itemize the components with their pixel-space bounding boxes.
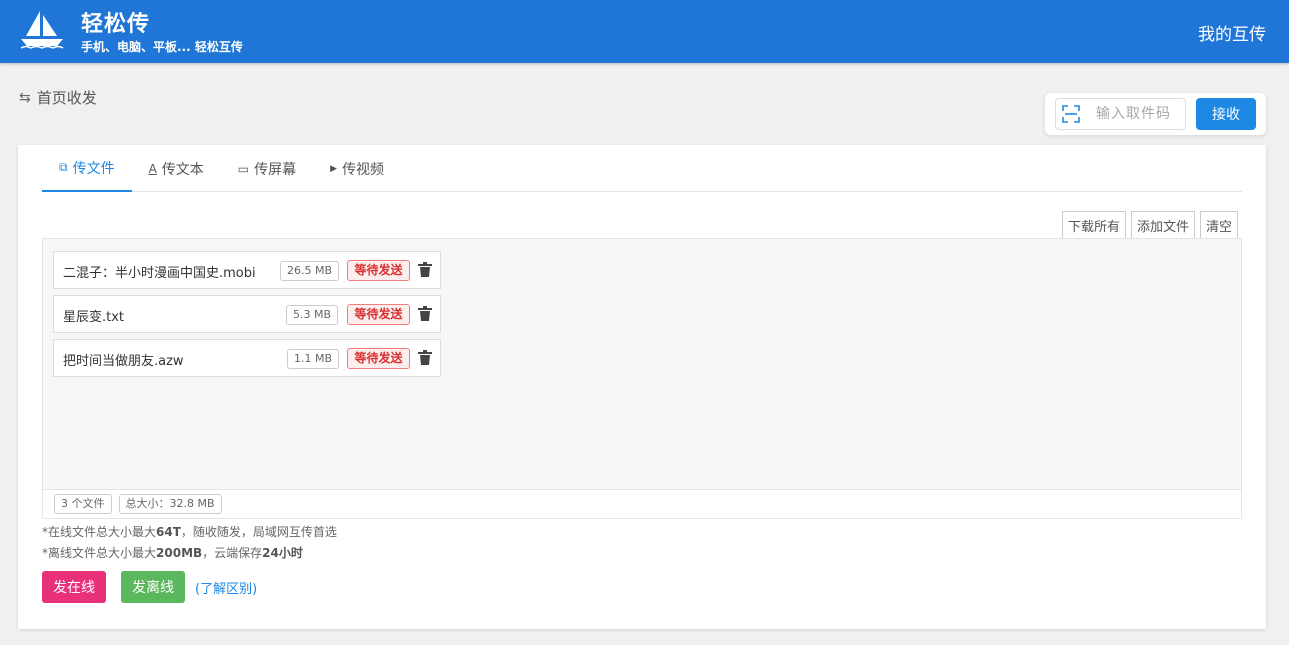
breadcrumb: ⇆ 首页收发 <box>19 87 97 108</box>
tab-send-screen[interactable]: ▭ 传屏幕 <box>221 145 313 192</box>
download-all-button[interactable]: 下载所有 <box>1061 211 1126 239</box>
tab-label: 传文本 <box>161 161 204 178</box>
tab-label: 传屏幕 <box>254 161 297 178</box>
note-text: *在线文件总大小最大 <box>42 525 157 539</box>
offline-note: *离线文件总大小最大200MB，云端保存24小时 <box>42 544 303 561</box>
tab-bar: ⧉ 传文件 A 传文本 ▭ 传屏幕 ▶ 传视频 <box>42 145 1242 192</box>
file-item: 把时间当做朋友.azw 1.1 MB 等待发送 <box>53 339 441 377</box>
file-size-badge: 1.1 MB <box>287 349 340 369</box>
file-count: 3 个文件 <box>54 494 112 514</box>
tab-send-video[interactable]: ▶ 传视频 <box>313 145 401 192</box>
my-transfers-link[interactable]: 我的互传 <box>1198 20 1266 45</box>
tab-label: 传文件 <box>72 160 115 177</box>
note-limit: 200MB <box>156 546 203 560</box>
status-badge: 等待发送 <box>347 304 410 325</box>
file-size-badge: 26.5 MB <box>280 261 340 281</box>
trash-icon[interactable] <box>418 262 432 278</box>
learn-difference-link[interactable]: (了解区别) <box>195 578 257 597</box>
tab-label: 传视频 <box>342 161 385 178</box>
file-name: 二混子：半小时漫画中国史.mobi <box>63 266 256 281</box>
tab-send-text[interactable]: A 传文本 <box>132 145 221 192</box>
text-icon: A <box>148 161 157 176</box>
tab-send-file[interactable]: ⧉ 传文件 <box>42 145 132 192</box>
breadcrumb-label: 首页收发 <box>36 89 97 107</box>
trash-icon[interactable] <box>418 350 432 366</box>
note-text: *离线文件总大小最大 <box>42 546 157 560</box>
scan-qr-button[interactable] <box>1055 98 1087 130</box>
file-size-badge: 5.3 MB <box>286 305 339 325</box>
video-icon: ▶ <box>330 163 338 174</box>
online-note: *在线文件总大小最大64T，随收随发，局域网互传首选 <box>42 523 337 540</box>
receive-panel: 接收 <box>1045 93 1266 135</box>
note-limit: 64T <box>156 525 181 539</box>
swap-icon: ⇆ <box>19 89 31 106</box>
send-online-button[interactable]: 发在线 <box>42 571 106 603</box>
file-summary: 3 个文件 总大小：32.8 MB <box>43 489 1241 518</box>
clear-button[interactable]: 清空 <box>1199 211 1238 239</box>
app-title: 轻松传 <box>81 12 151 37</box>
file-copy-icon: ⧉ <box>59 160 68 174</box>
trash-icon[interactable] <box>418 306 432 322</box>
app-subtitle: 手机、电脑、平板... 轻松互传 <box>81 40 243 54</box>
file-actions: 下载所有 添加文件 清空 <box>1061 211 1238 239</box>
pickup-code-input[interactable] <box>1086 98 1186 130</box>
app-header: 轻松传 手机、电脑、平板... 轻松互传 我的互传 <box>0 0 1289 63</box>
file-list: 二混子：半小时漫画中国史.mobi 26.5 MB 等待发送 星辰变.txt 5… <box>42 238 1242 519</box>
note-text: ，随收随发，局域网互传首选 <box>180 525 337 539</box>
scan-icon <box>1062 105 1080 123</box>
transfer-card: ⧉ 传文件 A 传文本 ▭ 传屏幕 ▶ 传视频 下载所有 添加文件 清空 二混子… <box>18 145 1266 629</box>
status-badge: 等待发送 <box>347 260 410 281</box>
add-file-button[interactable]: 添加文件 <box>1130 211 1195 239</box>
note-text: ，云端保存 <box>202 546 263 560</box>
file-item: 星辰变.txt 5.3 MB 等待发送 <box>53 295 441 333</box>
total-size: 总大小：32.8 MB <box>118 494 222 514</box>
sailboat-logo-icon <box>20 11 64 49</box>
note-time: 24小时 <box>262 546 303 560</box>
file-item: 二混子：半小时漫画中国史.mobi 26.5 MB 等待发送 <box>53 251 441 289</box>
file-name: 星辰变.txt <box>63 310 125 325</box>
status-badge: 等待发送 <box>347 348 410 369</box>
file-name: 把时间当做朋友.azw <box>63 354 184 369</box>
receive-button[interactable]: 接收 <box>1196 98 1256 130</box>
screen-icon: ▭ <box>237 161 250 176</box>
send-offline-button[interactable]: 发离线 <box>121 571 185 603</box>
